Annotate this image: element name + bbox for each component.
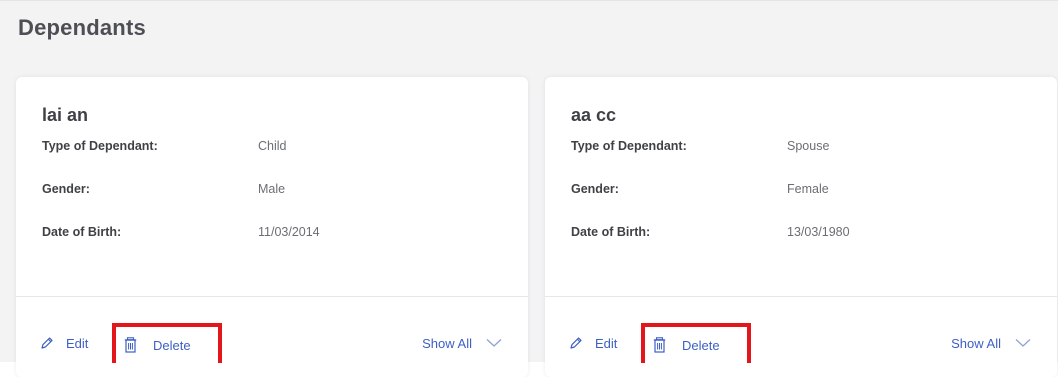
edit-button[interactable]: Edit [40, 323, 88, 363]
field-label-type: Type of Dependant: [571, 139, 687, 153]
field-value-type: Child [258, 139, 287, 153]
show-all-label: Show All [951, 335, 1001, 351]
edit-label: Edit [66, 335, 89, 351]
dependant-card: aa cc Type of Dependant: Spouse Gender: … [545, 77, 1057, 377]
delete-button[interactable]: Delete [112, 323, 222, 363]
field-label-dob: Date of Birth: [571, 225, 651, 239]
show-all-label: Show All [422, 335, 472, 351]
chevron-down-icon [486, 338, 502, 348]
dependant-name: aa cc [571, 105, 617, 125]
show-all-button[interactable]: Show All [951, 323, 1031, 363]
field-label-type: Type of Dependant: [42, 139, 158, 153]
card-divider [16, 296, 528, 297]
chevron-down-icon [1015, 338, 1031, 348]
field-value-type: Spouse [787, 139, 830, 153]
delete-label: Delete [682, 337, 720, 353]
trash-icon [653, 337, 666, 353]
delete-button[interactable]: Delete [641, 323, 751, 363]
pencil-icon [40, 336, 54, 350]
dependant-card: lai an Type of Dependant: Child Gender: … [16, 77, 528, 377]
field-value-dob: 13/03/1980 [787, 225, 850, 239]
field-label-gender: Gender: [571, 182, 619, 196]
dependant-name: lai an [42, 105, 89, 125]
field-value-dob: 11/03/2014 [258, 225, 320, 239]
pencil-icon [569, 336, 583, 350]
section-title: Dependants [18, 15, 146, 40]
field-label-gender: Gender: [42, 182, 90, 196]
edit-label: Edit [595, 335, 618, 351]
trash-icon [124, 337, 137, 353]
show-all-button[interactable]: Show All [422, 323, 502, 363]
dependants-panel: Dependants lai an Type of Dependant: Chi… [0, 0, 1058, 377]
delete-label: Delete [153, 337, 191, 353]
field-value-gender: Male [258, 182, 286, 196]
edit-button[interactable]: Edit [569, 323, 617, 363]
field-value-gender: Female [787, 182, 829, 196]
card-divider [545, 296, 1057, 297]
field-label-dob: Date of Birth: [42, 225, 122, 239]
